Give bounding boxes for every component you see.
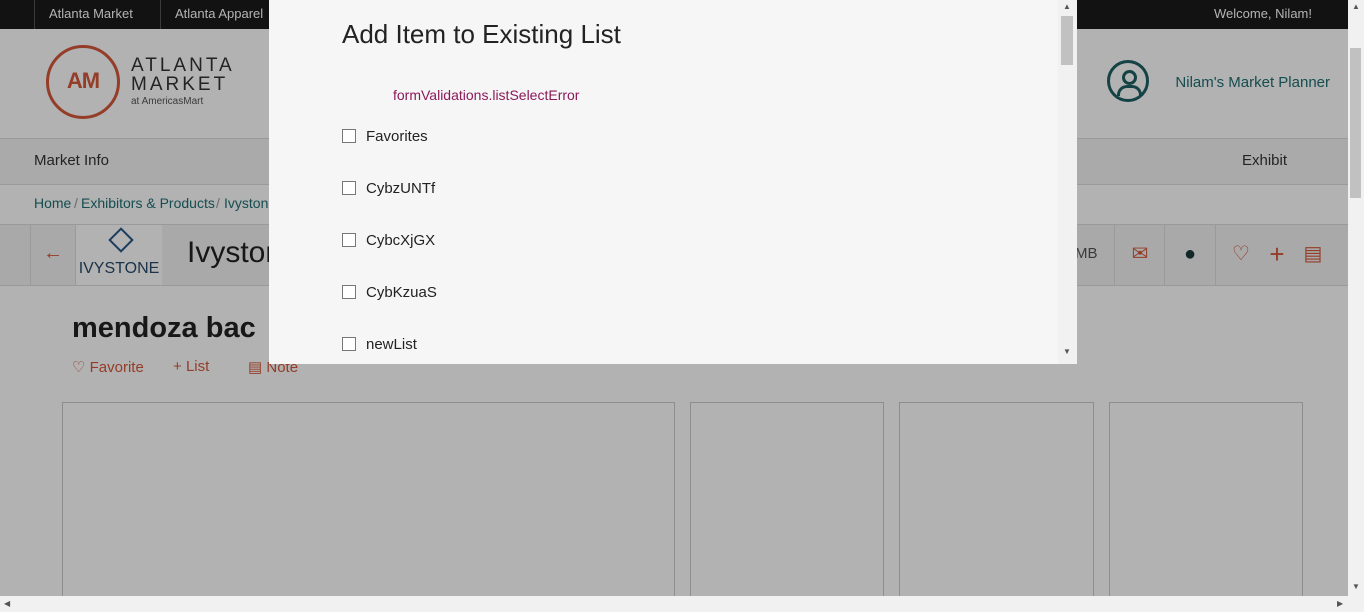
checkbox[interactable] bbox=[342, 181, 356, 195]
page-scroll-thumb[interactable] bbox=[1350, 48, 1361, 198]
modal-scrollbar[interactable]: ▲ ▼ bbox=[1058, 0, 1077, 364]
scroll-up-icon[interactable]: ▲ bbox=[1063, 2, 1071, 11]
list-option-label: CybzUNTf bbox=[366, 180, 436, 197]
scroll-down-icon[interactable]: ▼ bbox=[1063, 347, 1071, 356]
page-scrollbar[interactable]: ▲ ▼ bbox=[1348, 0, 1364, 596]
checkbox[interactable] bbox=[342, 337, 356, 351]
scroll-down-icon[interactable]: ▼ bbox=[1352, 582, 1360, 591]
list-option-label: CybKzuaS bbox=[366, 284, 437, 301]
validation-error: formValidations.listSelectError bbox=[393, 87, 580, 103]
list-option-label: CybcXjGX bbox=[366, 232, 436, 249]
list-option-label: newList bbox=[366, 336, 417, 353]
scroll-up-icon[interactable]: ▲ bbox=[1352, 2, 1360, 11]
checkbox[interactable] bbox=[342, 129, 356, 143]
scroll-left-icon[interactable]: ◀ bbox=[4, 599, 10, 608]
scroll-right-icon[interactable]: ▶ bbox=[1337, 599, 1343, 608]
checkbox[interactable] bbox=[342, 285, 356, 299]
horizontal-scrollbar[interactable]: ◀ ▶ bbox=[0, 596, 1364, 612]
add-to-list-modal: Add Item to Existing List formValidation… bbox=[269, 0, 1077, 364]
modal-scroll-thumb[interactable] bbox=[1061, 16, 1073, 65]
modal-title: Add Item to Existing List bbox=[342, 19, 621, 49]
checkbox[interactable] bbox=[342, 233, 356, 247]
list-option-label: Favorites bbox=[366, 128, 428, 145]
